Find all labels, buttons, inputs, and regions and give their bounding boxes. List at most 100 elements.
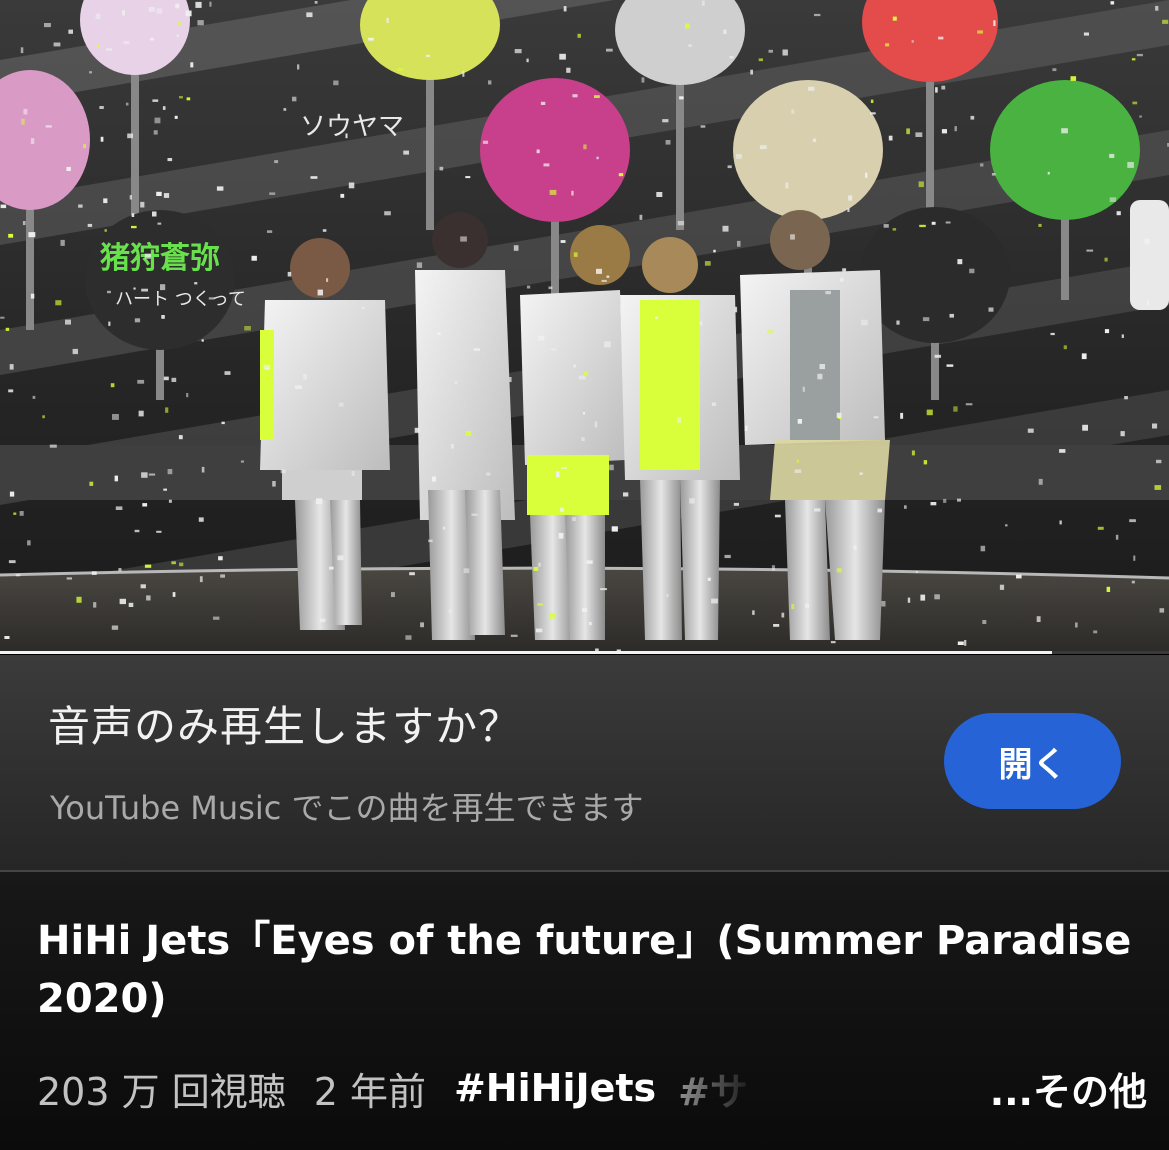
- confetti-piece: [163, 376, 169, 381]
- view-count: 203 万 回視聴: [37, 1069, 286, 1114]
- confetti-piece: [551, 348, 557, 351]
- confetti-piece: [280, 469, 286, 474]
- confetti-piece: [892, 228, 897, 231]
- confetti-piece: [91, 571, 97, 575]
- confetti-piece: [1070, 76, 1077, 81]
- hashtag-link[interactable]: #HiHiJets: [454, 1066, 656, 1110]
- confetti-piece: [941, 85, 946, 90]
- confetti-piece: [297, 64, 300, 70]
- confetti-piece: [677, 417, 682, 423]
- confetti-piece: [536, 149, 540, 154]
- confetti-piece: [163, 488, 167, 491]
- confetti-piece: [208, 297, 215, 300]
- confetti-piece: [556, 471, 560, 478]
- confetti-piece: [797, 419, 802, 424]
- confetti-piece: [21, 118, 25, 125]
- confetti-piece: [22, 221, 26, 226]
- confetti-piece: [549, 612, 555, 619]
- confetti-piece: [149, 37, 155, 41]
- confetti-piece: [836, 412, 842, 418]
- confetti-piece: [19, 511, 24, 516]
- confetti-piece: [957, 259, 963, 265]
- confetti-piece: [287, 271, 292, 277]
- confetti-piece: [980, 545, 986, 552]
- confetti-piece: [594, 421, 598, 428]
- video-player[interactable]: ソウヤマ 猪狩蒼弥 ハート つくって: [0, 0, 1169, 654]
- confetti-piece: [156, 530, 162, 533]
- confetti-piece: [42, 415, 45, 419]
- confetti-piece: [131, 225, 137, 229]
- confetti-piece: [588, 622, 592, 626]
- confetti-piece: [946, 364, 954, 367]
- confetti-piece: [329, 566, 334, 570]
- confetti-piece: [808, 86, 815, 91]
- confetti-piece: [213, 616, 220, 620]
- confetti-piece: [922, 317, 930, 322]
- confetti-piece: [771, 565, 775, 571]
- confetti-piece: [368, 37, 374, 41]
- confetti-piece: [140, 584, 146, 589]
- open-youtube-music-button[interactable]: 開く: [944, 713, 1121, 809]
- video-frame: ソウヤマ 猪狩蒼弥 ハート つくって: [0, 0, 1169, 654]
- hashtag-link-truncated[interactable]: #サ: [678, 1061, 758, 1116]
- confetti-piece: [1136, 53, 1143, 57]
- confetti-piece: [1036, 616, 1041, 622]
- confetti-piece: [830, 641, 836, 644]
- confetti-piece: [571, 190, 574, 196]
- confetti-piece: [582, 412, 586, 415]
- confetti-piece: [274, 160, 279, 164]
- confetti-piece: [391, 592, 395, 597]
- confetti-piece: [655, 316, 658, 319]
- confetti-piece: [965, 403, 973, 406]
- confetti-piece: [272, 481, 276, 487]
- confetti-piece: [548, 286, 553, 290]
- confetti-piece: [957, 498, 961, 502]
- video-stats[interactable]: 203 万 回視聴 2 年前 #HiHiJets #サ ...その他: [37, 1058, 1147, 1118]
- confetti-piece: [72, 348, 78, 355]
- confetti-piece: [870, 112, 876, 115]
- confetti-piece: [13, 512, 17, 515]
- confetti-piece: [931, 221, 936, 225]
- confetti-piece: [8, 389, 14, 393]
- confetti-piece: [172, 592, 176, 597]
- confetti-piece: [537, 335, 545, 341]
- confetti-piece: [420, 622, 424, 628]
- confetti-piece: [108, 321, 111, 326]
- confetti-piece: [566, 67, 571, 73]
- confetti-piece: [197, 20, 204, 26]
- progress-bar[interactable]: [0, 651, 1169, 654]
- confetti-piece: [144, 253, 151, 259]
- confetti-piece: [596, 156, 599, 160]
- confetti-piece: [146, 595, 151, 601]
- confetti-piece: [66, 577, 72, 580]
- confetti-piece: [218, 556, 223, 561]
- confetti-piece: [993, 20, 996, 26]
- confetti-piece: [267, 230, 273, 233]
- confetti-piece: [934, 594, 940, 600]
- confetti-piece: [911, 450, 915, 456]
- confetti-piece: [1063, 345, 1067, 350]
- confetti-piece: [448, 609, 452, 614]
- video-title[interactable]: HiHi Jets「Eyes of the future」(Summer Par…: [37, 912, 1147, 1028]
- confetti-piece: [535, 628, 543, 633]
- confetti-piece: [87, 223, 93, 227]
- confetti-piece: [752, 610, 755, 615]
- confetti-piece: [161, 315, 165, 319]
- confetti-piece: [594, 95, 600, 98]
- confetti-piece: [847, 208, 850, 212]
- confetti-piece: [1104, 257, 1108, 262]
- confetti-piece: [949, 313, 954, 318]
- confetti-piece: [758, 58, 763, 62]
- more-button[interactable]: ...その他: [990, 1061, 1147, 1116]
- confetti-piece: [526, 285, 531, 289]
- confetti-piece: [540, 101, 546, 105]
- confetti-piece: [167, 469, 173, 475]
- confetti-piece: [1124, 396, 1128, 400]
- confetti-piece: [216, 186, 224, 191]
- confetti-piece: [263, 364, 271, 369]
- confetti-piece: [338, 402, 344, 407]
- confetti-piece: [8, 560, 16, 564]
- confetti-piece: [83, 144, 86, 149]
- confetti-piece: [316, 498, 323, 505]
- confetti-piece: [1083, 32, 1089, 36]
